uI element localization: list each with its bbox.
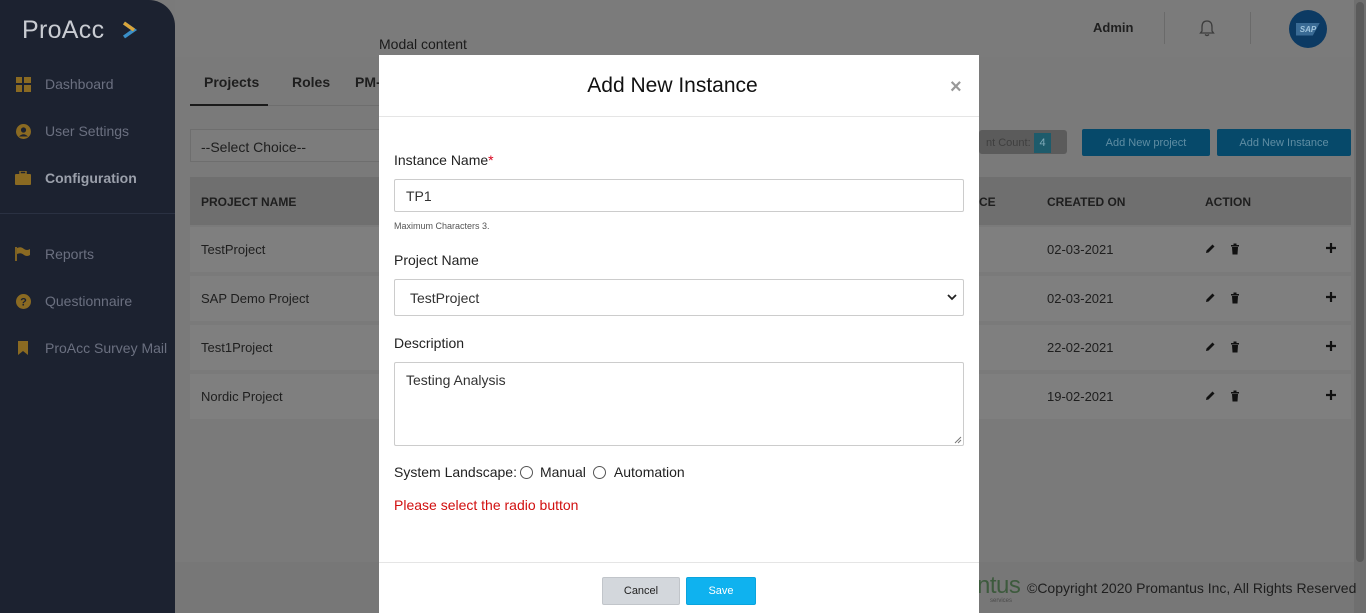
- tab-active-indicator: [190, 104, 268, 106]
- required-mark: *: [488, 152, 494, 168]
- cell-created-on: 02-03-2021: [1047, 291, 1114, 306]
- edit-icon[interactable]: [1204, 390, 1216, 402]
- sidebar-item-survey-mail[interactable]: ProAcc Survey Mail: [0, 333, 175, 363]
- footer-brand-logo: ntus: [977, 572, 1021, 599]
- scrollbar-thumb[interactable]: [1356, 2, 1364, 562]
- modal-footer-divider: [379, 562, 979, 563]
- flag-icon: [15, 246, 31, 262]
- resize-handle-icon[interactable]: [954, 436, 962, 444]
- instance-name-label-text: Instance Name: [394, 152, 489, 168]
- sidebar-item-configuration[interactable]: Configuration: [0, 163, 175, 193]
- tab-projects[interactable]: Projects: [204, 74, 259, 90]
- column-header-project-name: PROJECT NAME: [201, 195, 297, 209]
- add-instance-modal: Add New Instance × Instance Name* TP1 Ma…: [379, 55, 979, 613]
- svg-text:?: ?: [20, 296, 27, 308]
- cell-project-name: Nordic Project: [201, 389, 283, 404]
- sidebar-item-label: Configuration: [45, 170, 137, 186]
- count-badge: 4: [1034, 133, 1051, 153]
- avatar[interactable]: SAP: [1289, 10, 1327, 48]
- sidebar-item-label: User Settings: [45, 123, 130, 139]
- cell-created-on: 22-02-2021: [1047, 340, 1114, 355]
- cell-project-name: TestProject: [201, 242, 266, 257]
- grid-icon: [15, 76, 31, 92]
- sidebar-divider: [0, 213, 175, 214]
- plus-icon[interactable]: [1325, 389, 1337, 401]
- column-header-action: ACTION: [1205, 195, 1251, 209]
- question-icon: ?: [15, 293, 31, 309]
- sidebar-item-reports[interactable]: Reports: [0, 239, 175, 269]
- add-instance-button[interactable]: Add New Instance: [1217, 129, 1351, 156]
- trash-icon[interactable]: [1229, 341, 1241, 353]
- radio-manual-label[interactable]: Manual: [540, 464, 586, 480]
- user-icon: [15, 123, 31, 139]
- cell-created-on: 19-02-2021: [1047, 389, 1114, 404]
- modal-content-label: Modal content: [379, 36, 467, 52]
- user-name[interactable]: Admin: [1093, 20, 1133, 35]
- sidebar-item-label: Dashboard: [45, 76, 114, 92]
- project-filter-select[interactable]: --Select Choice--: [190, 129, 385, 162]
- sap-logo-icon: SAP: [1296, 22, 1320, 36]
- sidebar-item-label: Reports: [45, 246, 95, 262]
- instance-name-value: TP1: [406, 187, 432, 204]
- cancel-button[interactable]: Cancel: [602, 577, 680, 605]
- top-header: [175, 0, 1366, 57]
- sidebar-item-dashboard[interactable]: Dashboard: [0, 69, 175, 99]
- modal-header: Add New Instance ×: [379, 55, 979, 117]
- description-label: Description: [394, 335, 465, 351]
- modal-title: Add New Instance: [587, 74, 758, 97]
- instance-name-input[interactable]: TP1: [394, 179, 964, 212]
- project-name-value: TestProject: [410, 289, 480, 306]
- trash-icon[interactable]: [1229, 390, 1241, 402]
- instance-name-hint: Maximum Characters 3.: [394, 221, 490, 231]
- system-landscape-label: System Landscape:: [394, 464, 517, 480]
- radio-automation[interactable]: [592, 465, 606, 479]
- sidebar-item-user-settings[interactable]: User Settings: [0, 116, 175, 146]
- header-divider: [1164, 12, 1165, 44]
- trash-icon[interactable]: [1229, 292, 1241, 304]
- column-header-instance: CE: [979, 195, 996, 209]
- tab-pm[interactable]: PM-: [355, 74, 381, 90]
- edit-icon[interactable]: [1204, 341, 1216, 353]
- bell-icon[interactable]: [1198, 19, 1216, 37]
- description-value: Testing Analysis: [406, 372, 506, 388]
- plus-icon[interactable]: [1325, 242, 1337, 254]
- edit-icon[interactable]: [1204, 243, 1216, 255]
- briefcase-icon: [15, 170, 31, 186]
- cell-project-name: SAP Demo Project: [201, 291, 310, 306]
- cell-project-name: Test1Project: [201, 340, 273, 355]
- system-landscape-group: System Landscape: Manual Automation: [394, 464, 685, 480]
- sidebar-item-label: ProAcc Survey Mail: [45, 340, 168, 356]
- chevron-down-icon: [947, 294, 957, 301]
- instance-name-label: Instance Name*: [394, 152, 494, 168]
- plus-icon[interactable]: [1325, 291, 1337, 303]
- logo-chevron-icon: [122, 21, 138, 39]
- copyright-text: ©Copyright 2020 Promantus Inc, All Right…: [1027, 580, 1357, 596]
- radio-manual[interactable]: [519, 465, 533, 479]
- edit-icon[interactable]: [1204, 292, 1216, 304]
- bookmark-icon: [15, 340, 31, 356]
- project-name-label: Project Name: [394, 252, 479, 268]
- footer-brand-sub: services: [990, 598, 1013, 604]
- sidebar-item-questionnaire[interactable]: ? Questionnaire: [0, 286, 175, 316]
- project-name-select[interactable]: TestProject: [394, 279, 964, 316]
- description-textarea[interactable]: Testing Analysis: [394, 362, 964, 446]
- count-label: nt Count:: [986, 137, 1031, 149]
- add-project-button[interactable]: Add New project: [1082, 129, 1210, 156]
- tab-roles[interactable]: Roles: [292, 74, 330, 90]
- plus-icon[interactable]: [1325, 340, 1337, 352]
- trash-icon[interactable]: [1229, 243, 1241, 255]
- radio-automation-label[interactable]: Automation: [614, 464, 685, 480]
- close-icon[interactable]: ×: [950, 76, 962, 99]
- validation-error: Please select the radio button: [394, 497, 579, 513]
- app-logo: ProAcc: [22, 16, 105, 44]
- sidebar-item-label: Questionnaire: [45, 293, 133, 309]
- cell-created-on: 02-03-2021: [1047, 242, 1114, 257]
- save-button[interactable]: Save: [686, 577, 756, 605]
- header-divider: [1250, 12, 1251, 44]
- sidebar: ProAcc Dashboard User Settings Configura…: [0, 0, 175, 613]
- column-header-created-on: CREATED ON: [1047, 195, 1126, 209]
